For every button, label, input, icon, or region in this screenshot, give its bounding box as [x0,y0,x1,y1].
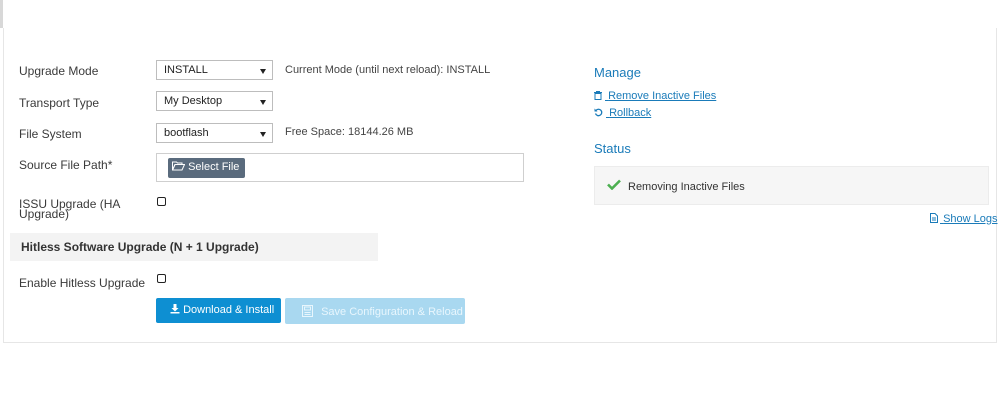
select-file-button[interactable]: Select File [168,158,246,178]
folder-open-icon [172,161,185,171]
chevron-down-icon [260,132,266,137]
hitless-section-header: Hitless Software Upgrade (N + 1 Upgrade) [10,233,378,261]
rollback-link[interactable]: Rollback [594,107,651,119]
remove-inactive-files-link[interactable]: Remove Inactive Files [594,90,716,102]
show-logs-link[interactable]: Show Logs [930,213,998,225]
chevron-down-icon [260,69,266,74]
transport-type-select[interactable]: My Desktop [156,91,273,111]
source-file-path-label: Source File Path* [19,158,113,172]
chevron-down-icon [260,100,266,105]
file-system-select[interactable]: bootflash [156,123,273,143]
issu-upgrade-checkbox[interactable] [157,197,166,206]
manage-title: Manage [594,65,641,80]
select-file-label: Select File [188,161,240,173]
download-icon [170,304,180,314]
download-install-button[interactable]: Download & Install [156,298,281,323]
current-mode-note: Current Mode (until next reload): INSTAL… [285,64,491,76]
status-message: Removing Inactive Files [628,181,745,193]
transport-type-value: My Desktop [164,95,223,107]
save-reload-button[interactable]: Save Configuration & Reload [285,298,465,324]
save-reload-label: Save Configuration & Reload [321,306,463,318]
enable-hitless-checkbox[interactable] [157,274,166,283]
transport-type-label: Transport Type [19,96,100,110]
file-system-value: bootflash [164,127,209,139]
file-system-label: File System [19,127,82,141]
enable-hitless-label: Enable Hitless Upgrade [19,276,146,290]
rollback-label: Rollback [609,107,652,119]
undo-icon [594,108,603,117]
save-icon [302,305,313,317]
free-space-note: Free Space: 18144.26 MB [285,126,414,138]
status-title: Status [594,141,631,156]
upgrade-mode-label: Upgrade Mode [19,64,99,78]
source-file-field: Select File [156,153,524,182]
download-install-label: Download & Install [183,304,275,316]
trash-icon [594,91,602,100]
upgrade-mode-select[interactable]: INSTALL [156,60,273,80]
issu-upgrade-label: ISSU Upgrade (HA Upgrade) [19,198,120,220]
top-divider [0,0,3,28]
file-text-icon [930,213,938,223]
upgrade-mode-value: INSTALL [164,64,208,76]
remove-inactive-files-label: Remove Inactive Files [608,90,717,102]
show-logs-label: Show Logs [943,213,998,225]
checkmark-icon [607,179,621,190]
status-box: Removing Inactive Files [594,166,989,205]
